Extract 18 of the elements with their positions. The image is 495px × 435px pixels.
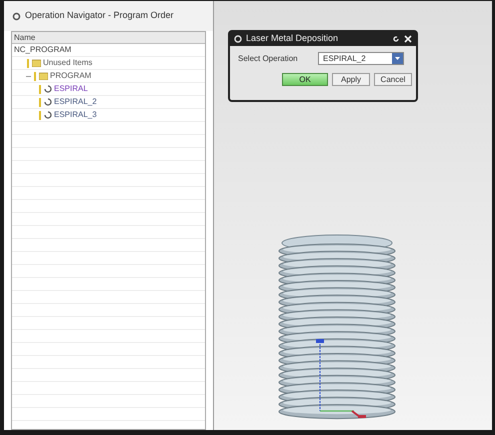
pin-icon[interactable]	[12, 12, 21, 20]
tree-item[interactable]: PROGRAM	[50, 70, 92, 82]
column-header[interactable]: Name	[12, 32, 38, 43]
field-label: Select Operation	[238, 52, 299, 64]
tree-item[interactable]: Unused Items	[43, 57, 92, 69]
tree-item[interactable]: ESPIRAL_3	[54, 109, 97, 121]
dialog-button[interactable]: Apply	[332, 73, 370, 86]
tree-item[interactable]: ESPIRAL	[54, 83, 88, 95]
dialog-button[interactable]: OK	[282, 73, 328, 86]
tree-item[interactable]: NC_PROGRAM	[14, 44, 72, 56]
reset-icon[interactable]	[392, 35, 400, 43]
close-icon[interactable]	[404, 35, 412, 43]
dialog-button[interactable]: Cancel	[374, 73, 412, 86]
panel-title: Operation Navigator - Program Order	[25, 9, 174, 22]
tree-item[interactable]: ESPIRAL_2	[54, 96, 97, 108]
operation-dropdown[interactable]: ESPIRAL_2	[318, 52, 404, 65]
dialog-title: Laser Metal Deposition	[246, 32, 340, 46]
gear-icon	[234, 35, 242, 43]
